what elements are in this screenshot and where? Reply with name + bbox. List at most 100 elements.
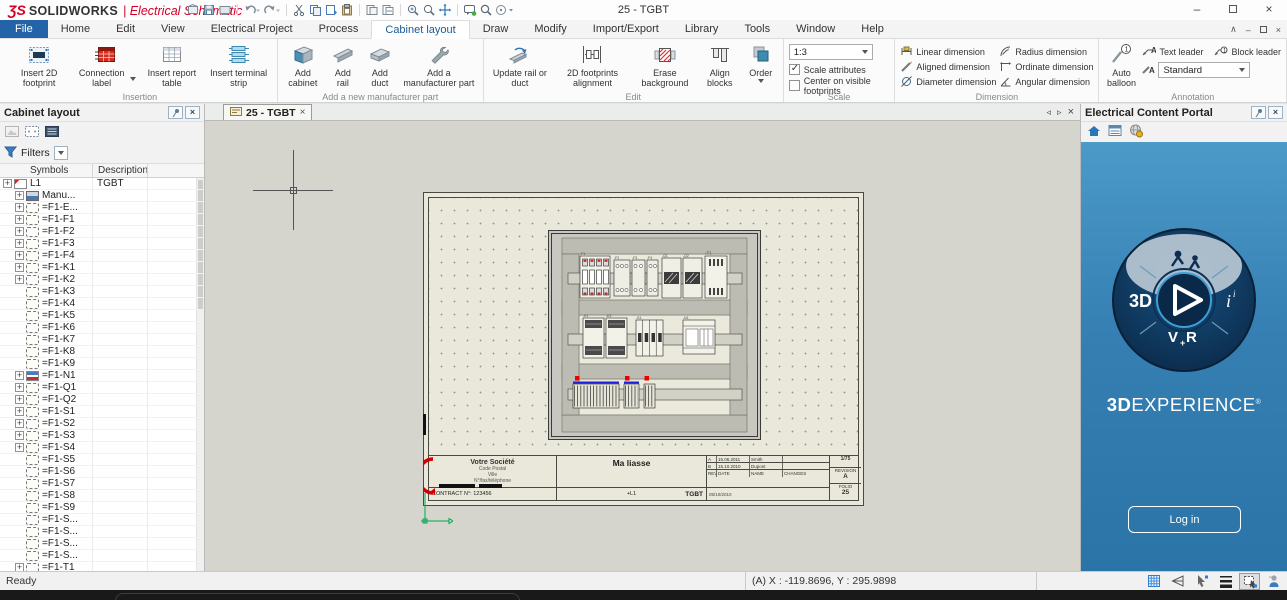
web-refresh-icon[interactable] xyxy=(1128,123,1144,141)
tab-import-export[interactable]: Import/Export xyxy=(580,20,672,38)
tree-row[interactable]: +=F1-K2 xyxy=(0,274,204,286)
catalog-icon[interactable] xyxy=(1107,123,1123,141)
add-duct-button[interactable]: Add duct xyxy=(363,41,397,90)
close-panel-button[interactable]: × xyxy=(185,106,200,119)
ribbon-restore-icon[interactable] xyxy=(1260,26,1267,33)
tab-help[interactable]: Help xyxy=(848,20,897,38)
scale-select[interactable]: 1:3 xyxy=(789,44,873,60)
order-dropdown-icon[interactable] xyxy=(758,79,764,83)
tab-modify[interactable]: Modify xyxy=(521,20,579,38)
expand-icon[interactable]: + xyxy=(15,563,24,571)
pin-panel-button[interactable] xyxy=(1251,106,1266,119)
tab-draw[interactable]: Draw xyxy=(470,20,522,38)
selection-filter-icon[interactable] xyxy=(1239,573,1260,590)
tree-row[interactable]: =F1-K8 xyxy=(0,346,204,358)
home-icon[interactable] xyxy=(1086,123,1102,141)
tree-row[interactable]: =F1-K5 xyxy=(0,310,204,322)
tree-row[interactable]: +=F1-F1 xyxy=(0,214,204,226)
tab-window[interactable]: Window xyxy=(783,20,848,38)
tree-row[interactable]: +=F1-S2 xyxy=(0,418,204,430)
expand-icon[interactable]: + xyxy=(3,179,12,188)
tree-row[interactable]: =F1-S7 xyxy=(0,478,204,490)
restore-button[interactable] xyxy=(1215,0,1251,20)
tree-row[interactable]: =F1-K9 xyxy=(0,358,204,370)
next-tab-icon[interactable]: ▹ xyxy=(1057,107,1062,118)
tree-row[interactable]: =F1-K3 xyxy=(0,286,204,298)
tab-process[interactable]: Process xyxy=(306,20,372,38)
annotation-style-select[interactable]: Standard xyxy=(1158,62,1250,78)
tab-cabinet-layout[interactable]: Cabinet layout xyxy=(371,20,469,39)
tab-file[interactable]: File xyxy=(0,20,48,38)
tree-row[interactable]: =F1-S... xyxy=(0,550,204,562)
tab-library[interactable]: Library xyxy=(672,20,732,38)
expand-icon[interactable]: + xyxy=(15,371,24,380)
cabinet-drawing[interactable]: -F1 -F2 -F3 -F4 -Q1 -Q2 -T1 -K1 -K2 -S1 xyxy=(548,230,761,440)
connection-label-button[interactable]: Connection label xyxy=(73,41,138,90)
tree-row[interactable]: +=F1-S1 xyxy=(0,406,204,418)
tree-row[interactable]: =F1-S... xyxy=(0,538,204,550)
expand-icon[interactable]: + xyxy=(15,191,24,200)
tree-row[interactable]: =F1-S8 xyxy=(0,490,204,502)
tree-row[interactable]: =F1-S... xyxy=(0,526,204,538)
tree-row[interactable]: +Manu... xyxy=(0,190,204,202)
tree-row[interactable]: +L1TGBT xyxy=(0,178,204,190)
add-manufacturer-part-button[interactable]: Add a manufacturer part xyxy=(400,41,478,90)
block-leader-button[interactable]: 1 Block leader xyxy=(1213,45,1281,59)
minimize-button[interactable]: – xyxy=(1179,0,1215,20)
tree-row[interactable]: +=F1-F4 xyxy=(0,250,204,262)
tab-edit[interactable]: Edit xyxy=(103,20,148,38)
expand-icon[interactable]: + xyxy=(15,275,24,284)
update-rail-or-duct-button[interactable]: Update rail or duct xyxy=(489,41,551,90)
tree-row[interactable]: =F1-S6 xyxy=(0,466,204,478)
expand-icon[interactable]: + xyxy=(15,239,24,248)
tree-row[interactable]: =F1-S5 xyxy=(0,454,204,466)
close-document-icon[interactable]: × xyxy=(1068,106,1074,118)
expand-icon[interactable]: + xyxy=(15,215,24,224)
tree-row[interactable]: =F1-K7 xyxy=(0,334,204,346)
close-panel-button[interactable]: × xyxy=(1268,106,1283,119)
assistant-icon[interactable] xyxy=(1263,573,1284,590)
list-view-icon[interactable] xyxy=(44,124,61,142)
scale-attributes-checkbox[interactable]: Scale attributes xyxy=(789,63,890,76)
angular-dimension-button[interactable]: Angular dimension xyxy=(999,75,1093,89)
tab-electrical-project[interactable]: Electrical Project xyxy=(198,20,306,38)
tree-row[interactable]: =F1-S9 xyxy=(0,502,204,514)
log-in-button[interactable]: Log in xyxy=(1128,506,1241,533)
text-leader-button[interactable]: A Text leader xyxy=(1141,45,1203,59)
ribbon-close-icon[interactable]: × xyxy=(1276,25,1281,35)
column-description[interactable]: Description xyxy=(98,165,148,176)
tree-row[interactable]: +=F1-K1 xyxy=(0,262,204,274)
radius-dimension-button[interactable]: Radius dimension xyxy=(999,45,1093,59)
checkbox-icon[interactable] xyxy=(789,64,800,75)
tree-row[interactable]: +=F1-T1 xyxy=(0,562,204,571)
add-rail-button[interactable]: Add rail xyxy=(326,41,360,90)
tree-row[interactable]: =F1-K6 xyxy=(0,322,204,334)
lineweight-toggle-icon[interactable] xyxy=(1215,573,1236,590)
filters-dropdown[interactable] xyxy=(54,146,68,160)
expand-icon[interactable]: + xyxy=(15,431,24,440)
tree-row[interactable]: =F1-S... xyxy=(0,514,204,526)
expand-icon[interactable]: + xyxy=(15,227,24,236)
drawing-canvas[interactable]: -F1 -F2 -F3 -F4 -Q1 -Q2 -T1 -K1 -K2 -S1 xyxy=(205,121,1080,571)
tree-row[interactable]: +=F1-Q2 xyxy=(0,394,204,406)
connection-label-dropdown-icon[interactable] xyxy=(130,77,136,81)
insert-terminal-strip-button[interactable]: Insert terminal strip xyxy=(206,41,272,90)
order-button[interactable]: Order xyxy=(744,41,778,84)
align-blocks-button[interactable]: Align blocks xyxy=(699,41,741,90)
pin-panel-button[interactable] xyxy=(168,106,183,119)
linear-dimension-button[interactable]: Linear dimension xyxy=(900,45,996,59)
aligned-dimension-button[interactable]: Aligned dimension xyxy=(900,60,996,74)
checkbox-icon[interactable] xyxy=(789,80,800,91)
expand-icon[interactable]: + xyxy=(15,203,24,212)
tab-view[interactable]: View xyxy=(148,20,198,38)
ribbon-minimize-icon[interactable]: – xyxy=(1246,25,1251,35)
diameter-dimension-button[interactable]: Diameter dimension xyxy=(900,75,996,89)
expand-icon[interactable]: + xyxy=(15,395,24,404)
expand-icon[interactable]: + xyxy=(15,407,24,416)
expand-icon[interactable]: + xyxy=(15,251,24,260)
tab-home[interactable]: Home xyxy=(48,20,103,38)
ortho-toggle-icon[interactable] xyxy=(1167,573,1188,590)
expand-icon[interactable]: + xyxy=(15,443,24,452)
footprints-alignment-button[interactable]: 2D footprints alignment xyxy=(554,41,631,90)
close-button[interactable]: × xyxy=(1251,0,1287,20)
